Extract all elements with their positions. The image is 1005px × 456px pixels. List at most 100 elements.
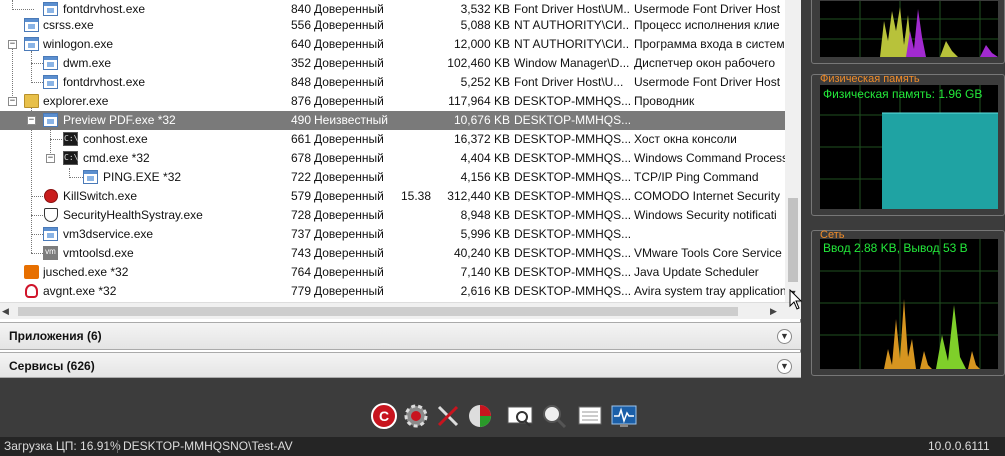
process-name: Preview PDF.exe *32 (63, 113, 176, 127)
collapse-icon[interactable]: − (46, 154, 55, 163)
process-panel: fontdrvhost.exe 840 Доверенный 3,532 KB … (0, 0, 801, 378)
collapse-icon[interactable]: − (8, 40, 17, 49)
process-name: PING.EXE *32 (103, 170, 182, 184)
process-description: Программа входа в систем (634, 37, 785, 51)
table-row[interactable]: − winlogon.exe 640 Доверенный 12,000 KB … (0, 35, 785, 54)
scroll-left-icon[interactable]: ◀ (2, 303, 9, 320)
process-pid: 7372 (291, 227, 311, 241)
process-memory: 312,440 KB (447, 189, 510, 203)
table-row[interactable]: fontdrvhost.exe 848 Доверенный 5,252 KB … (0, 73, 785, 92)
chevron-down-icon[interactable]: ▼ (777, 359, 792, 374)
bottom-toolbar: C (370, 402, 650, 432)
process-name: jusched.exe *32 (43, 265, 129, 279)
process-status: Доверенный (314, 18, 384, 32)
graphs-panel: Физическая память Физическая память: 1.9… (811, 0, 1005, 378)
process-memory: 7,140 KB (460, 265, 510, 279)
table-row[interactable]: SecurityHealthSystray.exe 7288 Доверенны… (0, 206, 785, 225)
process-user: DESKTOP-MMHQS... (514, 208, 630, 222)
table-row[interactable]: PING.EXE *32 7224 Доверенный 4,156 KB DE… (0, 168, 785, 187)
process-pid: 640 (291, 37, 311, 51)
process-memory: 4,404 KB (460, 151, 510, 165)
process-status: Доверенный (314, 170, 384, 184)
avira-icon (25, 284, 38, 298)
process-pid: 7796 (291, 284, 311, 298)
process-status: Доверенный (314, 208, 384, 222)
magnifier-settings-icon[interactable] (540, 402, 568, 430)
search-window-icon[interactable] (506, 402, 534, 430)
memory-graph-label: Физическая память: 1.96 GB (823, 87, 983, 101)
table-row[interactable]: dwm.exe 352 Доверенный 102,460 KB Window… (0, 54, 785, 73)
collapse-icon[interactable]: − (8, 97, 17, 106)
process-pid: 7648 (291, 265, 311, 279)
killswitch-icon (44, 189, 58, 203)
process-user: Font Driver Host\U... (514, 75, 624, 89)
process-memory: 5,252 KB (460, 75, 510, 89)
table-row[interactable]: jusched.exe *32 7648 Доверенный 7,140 KB… (0, 263, 785, 282)
table-row[interactable]: C:\ conhost.exe 6612 Доверенный 16,372 K… (0, 130, 785, 149)
process-pid: 6612 (291, 132, 311, 146)
horizontal-scrollbar[interactable]: ◀ ▶ (0, 302, 801, 319)
collapse-icon[interactable]: − (27, 116, 36, 125)
process-user: DESKTOP-MMHQS... (514, 265, 630, 279)
process-name: SecurityHealthSystray.exe (63, 208, 203, 222)
vertical-scrollbar[interactable]: ▼ (785, 0, 801, 302)
process-name: conhost.exe (83, 132, 148, 146)
process-pid: 6784 (291, 151, 311, 165)
scrollbar-thumb[interactable] (788, 198, 798, 282)
network-graph-box: Сеть Ввод 2.88 KB, Вывод 53 B (811, 229, 1005, 376)
process-status: Доверенный (314, 227, 384, 241)
table-row[interactable]: avgnt.exe *32 7796 Доверенный 2,616 KB D… (0, 282, 785, 301)
process-name: avgnt.exe *32 (43, 284, 117, 298)
process-pid: 876 (291, 94, 311, 108)
window-list-icon[interactable] (576, 402, 604, 430)
process-name: fontdrvhost.exe (63, 75, 146, 89)
process-pid: 7224 (291, 170, 311, 184)
process-memory: 5,996 KB (460, 227, 510, 241)
network-graph-plot (820, 239, 998, 369)
network-graph-label: Ввод 2.88 KB, Вывод 53 B (823, 241, 968, 255)
process-description: Хост окна консоли (634, 132, 737, 146)
process-description: VMware Tools Core Service (634, 246, 782, 260)
process-name: csrss.exe (43, 18, 94, 32)
memory-graph: Физическая память: 1.96 GB (820, 85, 998, 209)
java-icon (24, 265, 39, 279)
memory-graph-title: Физическая память (820, 73, 920, 85)
services-section-header[interactable]: Сервисы (626) ▼ (0, 352, 801, 378)
table-row[interactable]: csrss.exe 556 Доверенный 5,088 KB NT AUT… (0, 16, 785, 35)
chevron-down-icon[interactable]: ▼ (777, 329, 792, 344)
table-row[interactable]: vm vmtoolsd.exe 7436 Доверенный 40,240 K… (0, 244, 785, 263)
pie-chart-icon[interactable] (466, 402, 494, 430)
process-description: Java Update Scheduler (634, 265, 759, 279)
console-icon: C:\ (63, 151, 78, 165)
process-memory: 8,948 KB (460, 208, 510, 222)
comodo-logo-icon[interactable]: C (370, 402, 398, 430)
svg-text:C: C (379, 408, 389, 424)
process-user: DESKTOP-MMHQS... (514, 151, 630, 165)
scrollbar-thumb[interactable] (18, 307, 738, 316)
process-pid: 352 (291, 56, 311, 70)
table-row[interactable]: − explorer.exe 876 Доверенный 117,964 KB… (0, 92, 785, 111)
cpu-graph (820, 1, 998, 57)
tools-icon[interactable] (434, 402, 462, 430)
process-user: NT AUTHORITY\СИ... (514, 18, 630, 32)
status-divider (117, 440, 118, 453)
table-row[interactable]: KillSwitch.exe 5796 Доверенный 15.38 312… (0, 187, 785, 206)
window-app-icon (24, 37, 39, 51)
gear-settings-icon[interactable] (402, 402, 430, 430)
memory-graph-box: Физическая память Физическая память: 1.9… (811, 73, 1005, 216)
scroll-right-icon[interactable]: ▶ (770, 303, 777, 320)
process-pid: 7288 (291, 208, 311, 222)
process-status: Доверенный (314, 189, 384, 203)
process-name: explorer.exe (43, 94, 109, 108)
table-row-selected[interactable]: − Preview PDF.exe *32 4908 Неизвестный 1… (0, 111, 785, 130)
applications-section-header[interactable]: Приложения (6) ▼ (0, 322, 801, 350)
network-monitor-icon[interactable] (610, 402, 638, 430)
process-user: DESKTOP-MMHQS... (514, 246, 630, 260)
process-user: DESKTOP-MMHQS... (514, 132, 630, 146)
process-name: vm3dservice.exe (63, 227, 154, 241)
table-row[interactable]: vm3dservice.exe 7372 Доверенный 5,996 KB… (0, 225, 785, 244)
process-status: Неизвестный (314, 113, 388, 127)
process-status: Доверенный (314, 56, 384, 70)
process-status: Доверенный (314, 132, 384, 146)
table-row[interactable]: − C:\ cmd.exe *32 6784 Доверенный 4,404 … (0, 149, 785, 168)
